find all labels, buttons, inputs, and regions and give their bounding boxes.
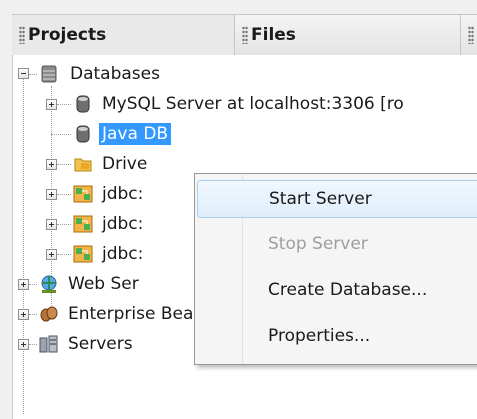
menu-item-label: Create Database...: [268, 280, 428, 300]
tree-connector: [57, 224, 71, 225]
tree-connector: [29, 74, 37, 75]
menu-item-label: Properties...: [268, 326, 371, 346]
projects-window: Projects Files Databases MySQL Server at…: [12, 14, 477, 419]
db-connection-icon: [73, 215, 93, 233]
expand-icon[interactable]: [18, 279, 29, 290]
tree-connector: [57, 254, 71, 255]
database-icon: [41, 65, 57, 83]
tree-label: jdbc:: [102, 244, 144, 264]
tree-label: Databases: [70, 64, 160, 84]
tree-connector: [57, 104, 71, 105]
db-connection-icon: [73, 245, 93, 263]
menu-item-stop-server: Stop Server: [197, 226, 477, 264]
grip-icon: [242, 26, 248, 44]
drivers-folder-icon: [74, 158, 92, 172]
tree-label: Servers: [68, 334, 133, 354]
tree-node-javadb[interactable]: Java DB: [13, 119, 477, 149]
tree-connector: [29, 344, 37, 345]
tree-label: Drive: [102, 154, 148, 174]
expand-icon[interactable]: [18, 339, 29, 350]
beans-icon: [40, 306, 58, 322]
expand-icon[interactable]: [46, 249, 57, 260]
collapse-icon[interactable]: [18, 68, 29, 79]
expand-icon[interactable]: [46, 219, 57, 230]
tree-node-databases[interactable]: Databases: [13, 59, 477, 89]
expand-icon[interactable]: [46, 159, 57, 170]
db-server-icon: [76, 95, 90, 113]
tab-files-label: Files: [251, 25, 296, 45]
expand-icon[interactable]: [46, 99, 57, 110]
tab-projects[interactable]: Projects: [12, 15, 235, 55]
tree-node-mysql[interactable]: MySQL Server at localhost:3306 [ro: [13, 89, 477, 119]
tree-label: MySQL Server at localhost:3306 [ro: [102, 94, 404, 114]
menu-item-create-database[interactable]: Create Database...: [197, 272, 477, 310]
tab-projects-label: Projects: [28, 25, 107, 45]
expand-icon[interactable]: [18, 309, 29, 320]
tree-connector: [51, 134, 71, 135]
db-server-icon: [76, 125, 90, 143]
context-menu: Start Server Stop Server Create Database…: [194, 173, 477, 365]
tree-label: jdbc:: [102, 214, 144, 234]
menu-item-start-server[interactable]: Start Server: [197, 180, 477, 218]
menu-item-properties[interactable]: Properties...: [197, 318, 477, 356]
grip-icon: [19, 26, 25, 44]
tab-overflow[interactable]: [461, 15, 477, 55]
grip-icon: [468, 26, 474, 44]
servers-icon: [39, 335, 58, 353]
tree-connector: [29, 284, 37, 285]
tab-bar: Projects Files: [12, 14, 477, 56]
db-connection-icon: [73, 185, 93, 203]
tree-connector: [29, 314, 37, 315]
tree-connector: [57, 194, 71, 195]
tree-label: Web Ser: [68, 274, 139, 294]
web-services-icon: [41, 275, 57, 293]
tree-label-selected: Java DB: [99, 123, 172, 145]
tree-label: jdbc:: [102, 184, 144, 204]
expand-icon[interactable]: [46, 189, 57, 200]
tab-files[interactable]: Files: [235, 15, 461, 55]
menu-item-label: Start Server: [269, 189, 372, 209]
menu-item-label: Stop Server: [268, 234, 368, 254]
tree-connector: [57, 164, 71, 165]
